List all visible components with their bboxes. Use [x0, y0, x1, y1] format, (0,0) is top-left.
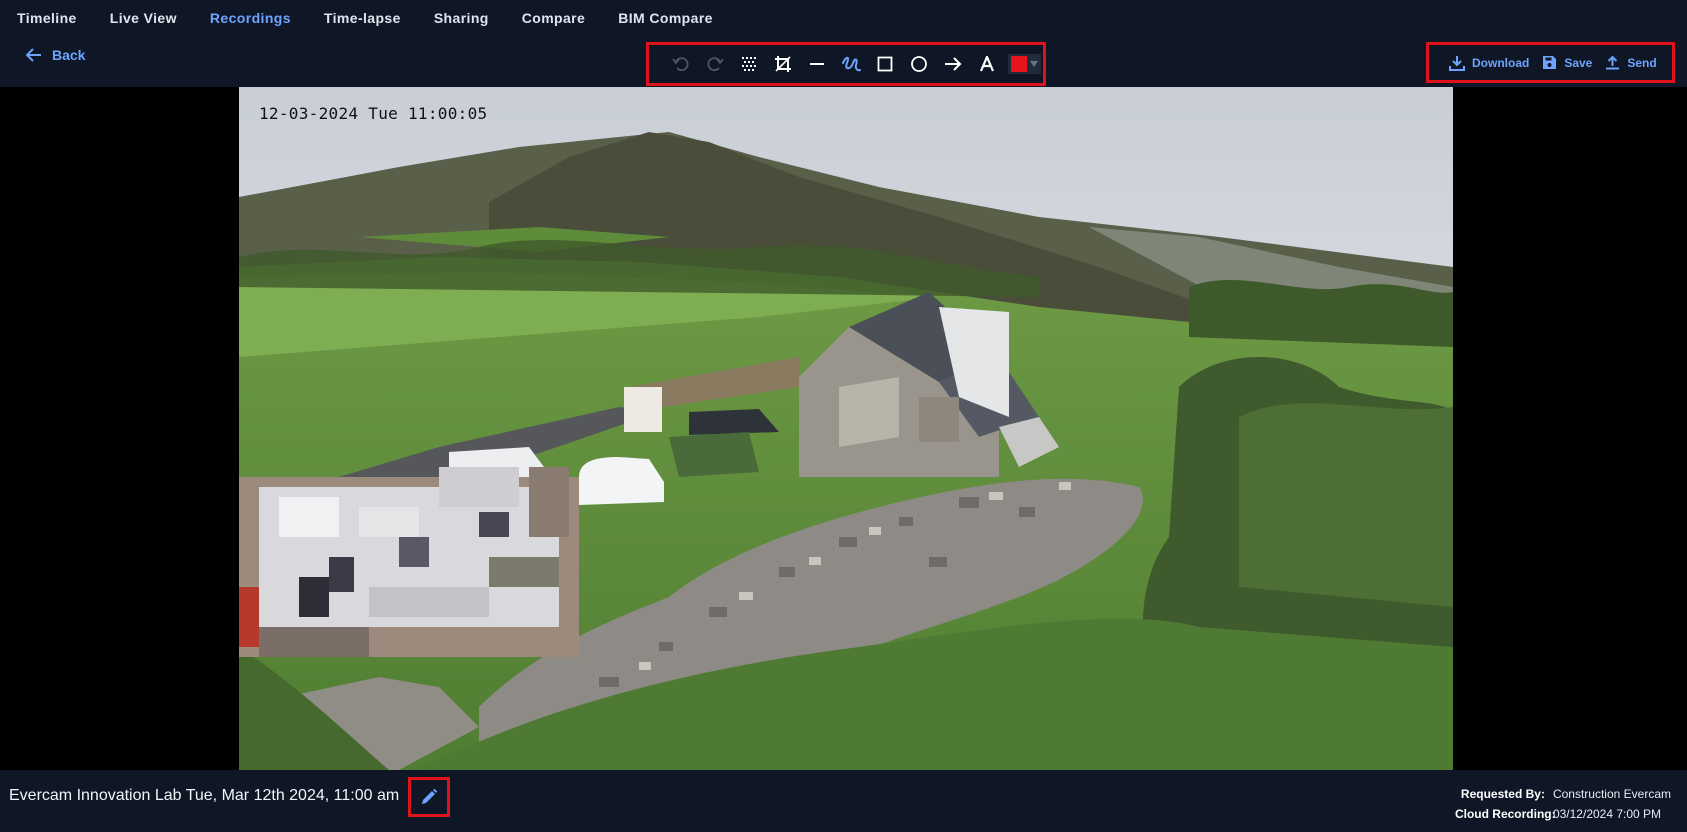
blur-tool-button[interactable]: [732, 47, 766, 81]
tab-time-lapse[interactable]: Time-lapse: [324, 10, 401, 26]
back-button[interactable]: Back: [26, 47, 85, 63]
footer-bar: Evercam Innovation Lab Tue, Mar 12th 202…: [0, 770, 1687, 832]
requested-by-label: Requested By:: [1460, 787, 1545, 801]
cloud-recording-value: 03/12/2024 7:00 PM: [1552, 807, 1662, 821]
cloud-recording-row: Cloud Recording: 03/12/2024 7:00 PM: [1455, 804, 1671, 824]
download-icon: [1449, 55, 1465, 71]
rectangle-tool-button[interactable]: [868, 47, 902, 81]
redo-button[interactable]: [698, 47, 732, 81]
export-actions: Download Save Send: [1426, 42, 1675, 83]
color-picker[interactable]: [1008, 54, 1041, 74]
tab-timeline[interactable]: Timeline: [17, 10, 77, 26]
text-icon: [979, 56, 995, 72]
pencil-icon: [422, 788, 438, 804]
freehand-icon: [842, 56, 861, 72]
send-label: Send: [1627, 55, 1657, 70]
image-viewer: 12-03-2024 Tue 11:00:05: [0, 87, 1687, 770]
redo-icon: [707, 57, 724, 72]
save-button[interactable]: Save: [1542, 55, 1592, 70]
tab-sharing[interactable]: Sharing: [434, 10, 489, 26]
line-icon: [810, 63, 824, 65]
circle-tool-button[interactable]: [902, 47, 936, 81]
arrow-right-icon: [945, 57, 962, 71]
upload-icon: [1606, 55, 1620, 70]
undo-icon: [672, 57, 689, 72]
drawing-tools: [646, 42, 1046, 86]
freehand-tool-button[interactable]: [834, 47, 868, 81]
requested-by-value: Construction Evercam: [1552, 787, 1671, 801]
caret-down-icon: [1030, 61, 1038, 67]
crop-icon: [775, 56, 791, 72]
floppy-disk-icon: [1543, 56, 1557, 69]
construction-site-photo: [239, 87, 1453, 770]
tab-live-view[interactable]: Live View: [110, 10, 177, 26]
tab-compare[interactable]: Compare: [522, 10, 585, 26]
timestamp-overlay: 12-03-2024 Tue 11:00:05: [259, 104, 488, 123]
back-label: Back: [52, 47, 86, 63]
download-button[interactable]: Download: [1449, 55, 1529, 71]
rectangle-icon: [877, 56, 893, 72]
text-tool-button[interactable]: [970, 47, 1004, 81]
edit-title-button[interactable]: [408, 777, 450, 817]
recording-title: Evercam Innovation Lab Tue, Mar 12th 202…: [9, 787, 400, 804]
save-label: Save: [1564, 55, 1593, 70]
editor-toolbar: Back Download Save Send: [0, 36, 1687, 87]
cloud-recording-label: Cloud Recording:: [1454, 807, 1556, 821]
top-navigation: Timeline Live View Recordings Time-lapse…: [0, 0, 1687, 36]
recording-snapshot[interactable]: 12-03-2024 Tue 11:00:05: [239, 87, 1453, 770]
line-tool-button[interactable]: [800, 47, 834, 81]
crop-tool-button[interactable]: [766, 47, 800, 81]
circle-icon: [911, 56, 927, 72]
undo-button[interactable]: [664, 47, 698, 81]
tab-bim-compare[interactable]: BIM Compare: [618, 10, 713, 26]
recording-meta: Requested By: Construction Evercam Cloud…: [1455, 784, 1671, 824]
blur-icon: [742, 57, 756, 71]
color-swatch: [1011, 56, 1027, 72]
send-button[interactable]: Send: [1605, 55, 1657, 70]
arrow-left-icon: [26, 48, 41, 62]
download-label: Download: [1472, 55, 1530, 70]
arrow-tool-button[interactable]: [936, 47, 970, 81]
requested-by-row: Requested By: Construction Evercam: [1455, 784, 1671, 804]
tab-recordings[interactable]: Recordings: [210, 10, 291, 26]
